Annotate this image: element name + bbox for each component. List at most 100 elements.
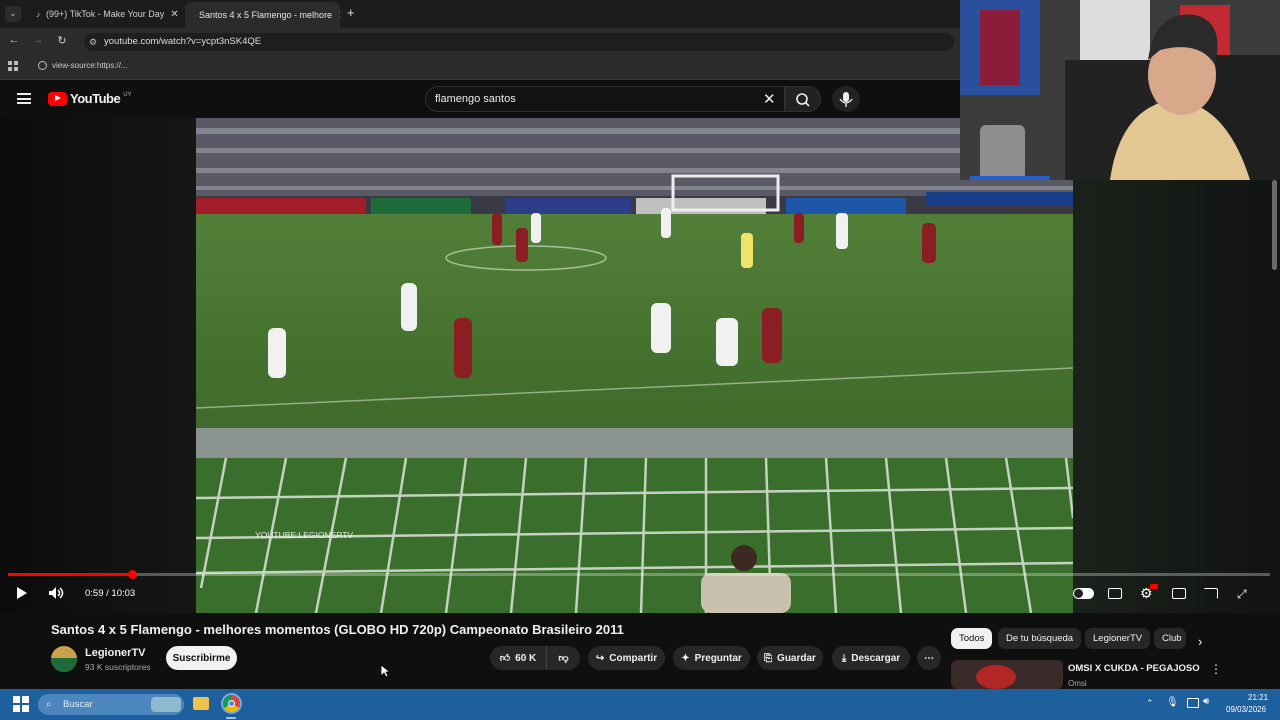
microphone-tray-icon[interactable]: 🎙︎	[1166, 697, 1179, 708]
country-code: UY	[123, 91, 132, 98]
share-button[interactable]: ↪ Compartir	[588, 646, 665, 670]
download-icon: ⤓	[841, 652, 847, 664]
miniplayer-icon[interactable]	[1172, 588, 1186, 599]
download-button[interactable]: ⤓ Descargar	[832, 646, 910, 670]
clock-date[interactable]: 09/03/2026	[1226, 705, 1266, 714]
site-info-icon[interactable]: ⚙	[89, 33, 97, 51]
search-button[interactable]	[785, 86, 821, 112]
recommended-thumbnail[interactable]	[951, 660, 1063, 689]
apps-grid-icon[interactable]	[8, 61, 18, 71]
url-text: youtube.com/watch?v=ycpt3nSK4QE	[104, 36, 262, 47]
search-text: flamengo santos	[435, 93, 516, 105]
share-label: Compartir	[609, 652, 658, 664]
tab-title: (99+) TikTok - Make Your Day	[46, 9, 165, 19]
chrome-icon[interactable]	[221, 693, 242, 714]
ask-label: Preguntar	[694, 652, 742, 664]
video-title: Santos 4 x 5 Flamengo - melhores momento…	[51, 622, 624, 637]
progress-played	[8, 573, 132, 576]
download-label: Descargar	[851, 652, 901, 664]
tab-youtube[interactable]: Santos 4 x 5 Flamengo - melhore ✕	[185, 2, 340, 28]
like-button[interactable]: 👍︎ 60 K	[490, 646, 546, 670]
close-tab-icon[interactable]: ✕	[170, 9, 178, 20]
sparkle-icon: ✦	[681, 652, 690, 664]
search-input[interactable]: flamengo santos	[425, 86, 785, 112]
globe-icon	[38, 61, 47, 70]
ask-button[interactable]: ✦ Preguntar	[673, 646, 750, 670]
tab-list-button[interactable]: ⌄	[5, 6, 21, 22]
microphone-icon	[839, 92, 853, 107]
mouse-cursor-icon	[380, 664, 390, 678]
close-tab-icon[interactable]: ✕	[338, 10, 340, 21]
volume-button[interactable]	[47, 585, 65, 601]
save-label: Guardar	[777, 652, 816, 664]
clock-time[interactable]: 21:21	[1248, 693, 1268, 702]
network-icon[interactable]	[1187, 698, 1199, 708]
channel-name[interactable]: LegionerTV	[85, 647, 146, 659]
dislike-button[interactable]: 👎︎	[546, 646, 580, 670]
chevron-right-icon[interactable]: ›	[1198, 634, 1202, 649]
page-scrollbar[interactable]	[1272, 180, 1277, 270]
save-button[interactable]: ⎘ Guardar	[757, 646, 823, 670]
taskbar-search-placeholder: Buscar	[63, 699, 93, 710]
autoplay-toggle[interactable]	[1073, 588, 1094, 599]
windows-start-icon[interactable]	[13, 696, 29, 712]
streamer-webcam-image	[960, 0, 1280, 180]
more-horizontal-icon: ⋯	[924, 652, 934, 664]
new-tab-button[interactable]: +	[347, 5, 355, 20]
progress-scrubber[interactable]	[128, 570, 137, 579]
subscriber-count: 93 K suscriptores	[85, 662, 151, 672]
volume-icon	[49, 587, 64, 599]
webcam-overlay	[960, 0, 1280, 180]
subscribe-button[interactable]: Suscribirme	[166, 646, 237, 670]
chip-from-search[interactable]: De tu búsqueda	[998, 628, 1082, 649]
taskbar-search[interactable]: ⌕ Buscar	[38, 694, 184, 715]
forward-icon[interactable]: →	[30, 34, 46, 46]
tray-chevron-icon[interactable]: ⌃	[1146, 698, 1154, 709]
time-display: 0:59 / 10:03	[85, 588, 136, 599]
search-icon	[796, 93, 810, 107]
progress-bar[interactable]	[8, 573, 1270, 576]
active-app-indicator	[226, 717, 236, 719]
like-count: 60 K	[515, 652, 537, 664]
back-icon[interactable]: ←	[6, 34, 22, 46]
youtube-play-logo-icon	[48, 91, 67, 106]
voice-search-button[interactable]	[832, 86, 860, 112]
chip-club[interactable]: Club	[1154, 628, 1186, 649]
thumbs-up-icon: 👍︎	[499, 653, 511, 664]
chip-channel[interactable]: LegionerTV	[1085, 628, 1151, 649]
file-explorer-icon[interactable]	[193, 697, 209, 710]
bookmark-item[interactable]: view-source:https://...	[38, 61, 128, 70]
recommended-channel[interactable]: Omsi	[1068, 679, 1087, 688]
player-left-margin	[0, 118, 196, 613]
play-icon	[17, 587, 27, 599]
cast-icon[interactable]	[1204, 588, 1218, 599]
menu-icon[interactable]	[17, 93, 31, 104]
more-actions-button[interactable]: ⋯	[917, 646, 941, 670]
recommended-title[interactable]: OMSI X CUKDA - PEGAJOSO	[1068, 663, 1200, 674]
tab-tiktok[interactable]: ♪ (99+) TikTok - Make Your Day ✕	[28, 4, 178, 24]
bookmarks-bar	[0, 55, 960, 80]
search-highlight-image	[151, 697, 181, 712]
play-button[interactable]	[14, 585, 30, 601]
share-icon: ↪	[595, 652, 605, 664]
video-watermark: YOUTUBE:LEGIONERTV	[255, 530, 354, 540]
youtube-logo[interactable]: YouTube UY	[48, 91, 132, 106]
settings-icon[interactable]: ⚙	[1140, 584, 1158, 602]
volume-tray-icon[interactable]: 🔊︎	[1203, 696, 1209, 707]
clear-search-icon[interactable]: ✕	[763, 90, 776, 108]
channel-avatar[interactable]	[51, 646, 77, 672]
reload-icon[interactable]: ↻	[54, 34, 70, 47]
bookmark-label: view-source:https://...	[52, 61, 128, 70]
fullscreen-icon[interactable]: ⤢	[1237, 587, 1247, 602]
search-icon: ⌕	[46, 699, 52, 710]
more-vertical-icon[interactable]: ⋮	[1210, 662, 1222, 676]
bookmark-icon: ⎘	[764, 652, 773, 664]
address-bar[interactable]: ⚙ youtube.com/watch?v=ycpt3nSK4QE	[84, 33, 954, 51]
tab-title: Santos 4 x 5 Flamengo - melhore	[199, 10, 333, 20]
thumbs-down-icon: 👎︎	[558, 653, 569, 664]
subtitles-icon[interactable]	[1108, 588, 1122, 599]
hd-badge-icon	[1150, 584, 1158, 589]
chip-all[interactable]: Todos	[951, 628, 993, 649]
tiktok-icon: ♪	[36, 9, 40, 19]
logo-text: YouTube	[70, 91, 121, 106]
